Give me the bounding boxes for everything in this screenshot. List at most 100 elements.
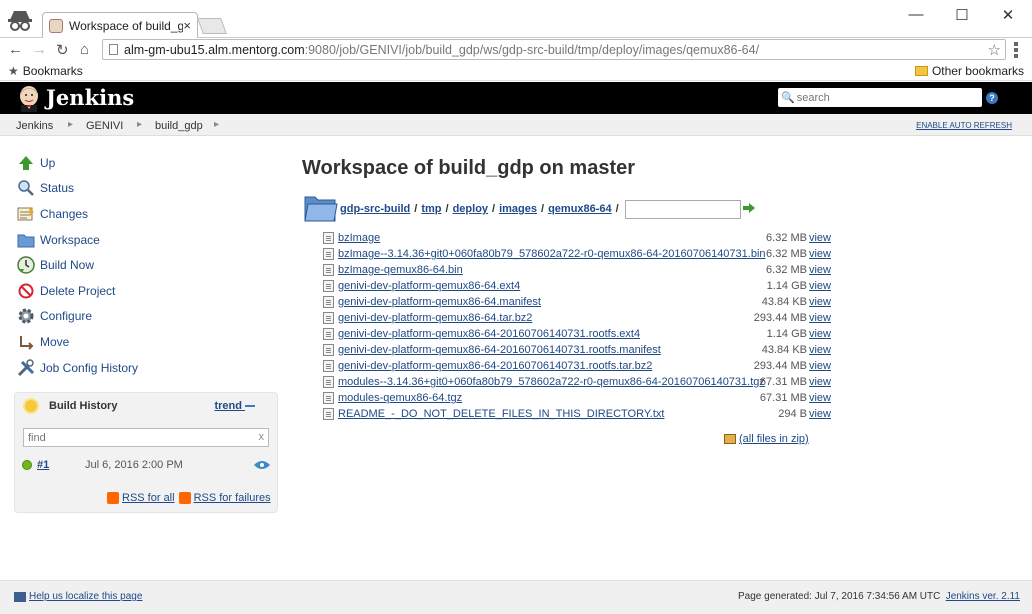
bookmarks-button[interactable]: ★ Bookmarks (8, 64, 83, 78)
file-link[interactable]: README_-_DO_NOT_DELETE_FILES_IN_THIS_DIR… (338, 408, 664, 420)
search-box[interactable]: 🔍 (778, 88, 982, 107)
jenkins-butler-icon[interactable] (16, 85, 42, 112)
sidebar-item-job-config-history[interactable]: Job Config History (16, 355, 276, 381)
file-size: 1.14 GB (766, 280, 807, 292)
bookmarks-label: Bookmarks (22, 64, 83, 78)
sidebar-item-label: Configure (40, 309, 93, 324)
file-view-link[interactable]: view (809, 248, 831, 260)
path-separator: / (492, 203, 496, 215)
build-find-input[interactable] (28, 431, 248, 444)
bookmark-star-icon[interactable]: ☆ (988, 41, 1001, 59)
rss-all-link[interactable]: RSS for all (122, 492, 175, 504)
sidebar-item-label: Delete Project (40, 283, 116, 298)
file-view-link[interactable]: view (809, 232, 831, 244)
close-window-button[interactable]: ✕ (985, 6, 1031, 26)
breadcrumb-jenkins[interactable]: Jenkins (16, 120, 53, 132)
breadcrumb-separator-icon: ▸ (137, 119, 143, 130)
file-link[interactable]: modules-qemux86-64.tgz (338, 392, 462, 404)
file-view-link[interactable]: view (809, 376, 831, 388)
breadcrumb-build-gdp[interactable]: build_gdp (155, 120, 203, 132)
file-link[interactable]: genivi-dev-platform-qemux86-64.tar.bz2 (338, 312, 532, 324)
sidebar-item-move[interactable]: Move (16, 329, 276, 355)
path-segment[interactable]: deploy (453, 203, 488, 215)
search-input[interactable] (796, 91, 977, 104)
file-link[interactable]: bzImage-qemux86-64.bin (338, 264, 463, 276)
file-size: 294 B (778, 408, 807, 420)
build-history-header: Build History trend (15, 393, 277, 419)
file-row: genivi-dev-platform-qemux86-64.tar.bz2 29… (323, 310, 831, 326)
help-icon[interactable]: ? (986, 92, 998, 104)
other-bookmarks-button[interactable]: Other bookmarks (914, 64, 1024, 78)
sidebar-item-build-now[interactable]: Build Now (16, 252, 276, 278)
file-link[interactable]: bzImage--3.14.36+git0+060fa80b79_578602a… (338, 248, 766, 260)
sidebar-item-delete-project[interactable]: Delete Project (16, 278, 276, 304)
path-pattern-input[interactable] (624, 199, 741, 219)
file-link[interactable]: genivi-dev-platform-qemux86-64-201607061… (338, 344, 661, 356)
go-arrow-icon[interactable] (742, 202, 756, 217)
file-view-link[interactable]: view (809, 344, 831, 356)
sidebar-item-changes[interactable]: Changes (16, 201, 276, 227)
enable-auto-refresh-link[interactable]: ENABLE AUTO REFRESH (916, 121, 1012, 130)
clear-find-icon[interactable]: x (259, 431, 265, 443)
file-size: 6.32 MB (766, 232, 807, 244)
file-size: 6.32 MB (766, 248, 807, 260)
new-tab-button[interactable] (197, 18, 227, 34)
file-view-link[interactable]: view (809, 408, 831, 420)
jenkins-version-link[interactable]: Jenkins ver. 2.11 (946, 591, 1020, 602)
all-files-zip[interactable]: (all files in zip) (724, 433, 809, 445)
path-segment[interactable]: qemux86-64 (548, 203, 612, 215)
tab-close-icon[interactable]: × (183, 18, 191, 33)
jenkins-logo-text[interactable]: Jenkins (46, 85, 134, 110)
path-segment[interactable]: images (499, 203, 537, 215)
file-size: 67.31 MB (759, 392, 807, 404)
localize-link[interactable]: Help us localize this page (14, 591, 142, 602)
rss-failures-link[interactable]: RSS for failures (194, 492, 271, 504)
build-number-link[interactable]: #1 (37, 459, 49, 471)
file-view-link[interactable]: view (809, 360, 831, 372)
forward-arrow-icon[interactable]: → (32, 41, 47, 58)
back-arrow-icon[interactable]: ← (8, 41, 23, 58)
file-view-link[interactable]: view (809, 264, 831, 276)
folder-icon (16, 231, 36, 249)
rss-icon (178, 492, 191, 504)
file-link[interactable]: genivi-dev-platform-qemux86-64-201607061… (338, 360, 652, 372)
file-view-link[interactable]: view (809, 328, 831, 340)
file-link[interactable]: modules--3.14.36+git0+060fa80b79_578602a… (338, 376, 765, 388)
home-icon[interactable]: ⌂ (80, 41, 89, 58)
url-bar[interactable]: alm-gm-ubu15.alm.mentorg.com:9080/job/GE… (102, 39, 1006, 60)
path-segment[interactable]: tmp (421, 203, 441, 215)
file-link[interactable]: genivi-dev-platform-qemux86-64.ext4 (338, 280, 520, 292)
sidebar-item-label: Status (40, 181, 75, 196)
all-files-zip-link[interactable]: (all files in zip) (739, 433, 809, 445)
browser-tab[interactable]: Workspace of build_g × (42, 12, 198, 38)
breadcrumb-genivi[interactable]: GENIVI (86, 120, 123, 132)
minimize-button[interactable]: — (893, 6, 939, 26)
breadcrumb-separator-icon: ▸ (68, 119, 74, 130)
sidebar-item-configure[interactable]: Configure (16, 304, 276, 330)
file-view-link[interactable]: view (809, 312, 831, 324)
tools-icon (16, 358, 36, 377)
console-output-icon[interactable] (253, 459, 271, 474)
sidebar-item-status[interactable]: Status (16, 176, 276, 202)
file-view-link[interactable]: view (809, 296, 831, 308)
build-history-title: Build History (49, 400, 118, 412)
workspace-path: gdp-src-build / tmp / deploy / images / qemu… (304, 194, 756, 224)
reload-icon[interactable]: ↻ (56, 41, 69, 59)
file-row: genivi-dev-platform-qemux86-64-201607061… (323, 326, 831, 342)
file-view-link[interactable]: view (809, 280, 831, 292)
sidebar-item-workspace[interactable]: Workspace (16, 227, 276, 253)
file-link[interactable]: genivi-dev-platform-qemux86-64-201607061… (338, 328, 640, 340)
file-link[interactable]: bzImage (338, 232, 380, 244)
browser-menu-icon[interactable] (1014, 42, 1018, 60)
sidebar-item-label: Build Now (40, 258, 95, 273)
path-segment[interactable]: gdp-src-build (340, 203, 410, 215)
translate-icon (14, 591, 26, 602)
maximize-button[interactable]: ☐ (939, 6, 985, 26)
file-view-link[interactable]: view (809, 392, 831, 404)
trend-link[interactable]: trend (214, 400, 255, 412)
file-size: 67.31 MB (759, 376, 807, 388)
build-find-box[interactable]: x (23, 428, 269, 447)
sun-icon (25, 400, 37, 412)
sidebar-item-up[interactable]: Up (16, 150, 276, 176)
file-link[interactable]: genivi-dev-platform-qemux86-64.manifest (338, 296, 541, 308)
